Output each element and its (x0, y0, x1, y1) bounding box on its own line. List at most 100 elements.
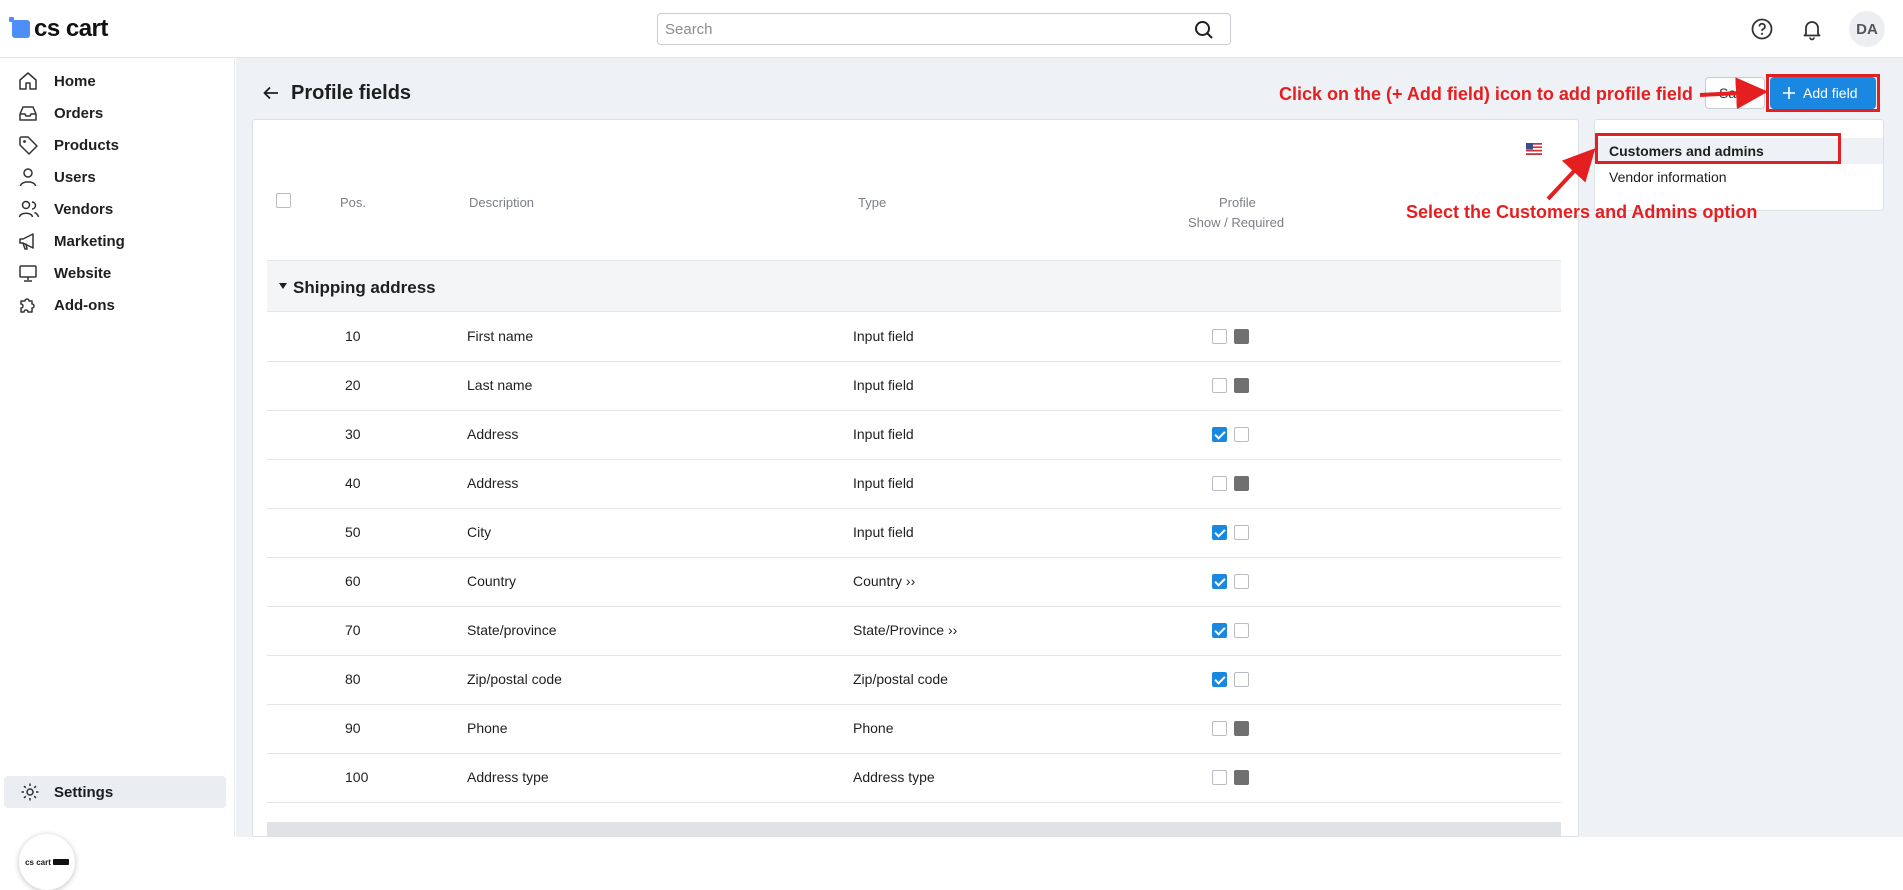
show-checkbox[interactable] (1212, 476, 1227, 491)
column-header-description[interactable]: Description (469, 195, 534, 210)
megaphone-icon (19, 233, 34, 250)
bubble-logo-text: cs cart (25, 857, 51, 867)
row-pos[interactable]: 40 (345, 475, 361, 491)
bell-icon[interactable] (1800, 17, 1824, 41)
row-type: Zip/postal code (853, 671, 948, 687)
required-checkbox[interactable] (1234, 672, 1249, 687)
row-description[interactable]: City (467, 524, 491, 540)
sidebar-item-users[interactable]: Users (0, 162, 235, 192)
show-checkbox[interactable] (1212, 672, 1227, 687)
home-icon (19, 72, 37, 90)
sidebar-item-label: Website (54, 264, 112, 282)
sidebar-item-label: Settings (54, 783, 114, 801)
required-checkbox[interactable] (1234, 525, 1249, 540)
required-checkbox[interactable] (1234, 574, 1249, 589)
row-pos[interactable]: 10 (345, 328, 361, 344)
show-checkbox[interactable] (1212, 329, 1227, 344)
annotation-add-field-text: Click on the (+ Add field) icon to add p… (1279, 84, 1693, 104)
row-description[interactable]: Zip/postal code (467, 671, 562, 687)
row-description[interactable]: Address (467, 426, 518, 442)
required-checkbox[interactable] (1234, 623, 1249, 638)
select-all-checkbox[interactable] (276, 193, 291, 208)
sidebar-item-label: Add-ons (54, 296, 115, 314)
table-row[interactable]: 10 First name Input field (267, 313, 1561, 362)
help-icon[interactable] (1750, 17, 1774, 41)
search-icon[interactable] (1194, 20, 1214, 40)
add-field-label: Add field (1803, 85, 1858, 101)
sidebar-item-products[interactable]: Products (0, 130, 235, 160)
row-description[interactable]: First name (467, 328, 533, 344)
table-row[interactable]: 100 Address type Address type (267, 754, 1561, 803)
show-checkbox[interactable] (1212, 574, 1227, 589)
group-header-shipping-address[interactable]: Shipping address (267, 260, 1561, 312)
gear-icon (21, 783, 39, 801)
row-pos[interactable]: 30 (345, 426, 361, 442)
sidebar-item-orders[interactable]: Orders (0, 98, 235, 128)
required-checkbox (1234, 770, 1249, 785)
sidebar-item-marketing[interactable]: Marketing (0, 226, 235, 256)
dropdown-item-customers-and-admins[interactable]: Customers and admins (1595, 138, 1883, 164)
row-type: Input field (853, 328, 914, 344)
table-row[interactable]: 80 Zip/postal code Zip/postal code (267, 656, 1561, 705)
row-pos[interactable]: 70 (345, 622, 361, 638)
table-row[interactable]: 30 Address Input field (267, 411, 1561, 460)
column-header-type[interactable]: Type (858, 195, 886, 210)
column-header-show-required: Show / Required (1188, 215, 1285, 230)
required-checkbox[interactable] (1234, 427, 1249, 442)
avatar[interactable]: DA (1849, 11, 1885, 47)
add-field-button[interactable]: Add field (1770, 77, 1876, 109)
show-checkbox[interactable] (1212, 427, 1227, 442)
row-pos[interactable]: 90 (345, 720, 361, 736)
search-input[interactable] (658, 14, 1178, 44)
sidebar: Home Orders Products Users Vendors Marke… (0, 58, 235, 890)
table-row[interactable]: 50 City Input field (267, 509, 1561, 558)
user-icon (19, 168, 37, 187)
row-pos[interactable]: 80 (345, 671, 361, 687)
sidebar-item-home[interactable]: Home (0, 66, 235, 96)
show-checkbox[interactable] (1212, 721, 1227, 736)
show-checkbox[interactable] (1212, 623, 1227, 638)
row-pos[interactable]: 100 (345, 769, 368, 785)
chat-bubble[interactable]: cs cart (19, 834, 75, 890)
plus-icon (1783, 87, 1795, 99)
row-description[interactable]: State/province (467, 622, 557, 638)
back-arrow-icon[interactable] (262, 84, 280, 102)
row-description[interactable]: Address type (467, 769, 549, 785)
row-type: Input field (853, 426, 914, 442)
show-checkbox[interactable] (1212, 770, 1227, 785)
sidebar-item-settings[interactable]: Settings (4, 776, 226, 808)
row-type: Country ›› (853, 573, 916, 589)
row-pos[interactable]: 60 (345, 573, 361, 589)
show-checkbox[interactable] (1212, 525, 1227, 540)
us-flag-icon[interactable] (1526, 143, 1542, 155)
dropdown-item-vendor-information[interactable]: Vendor information (1595, 164, 1883, 190)
sidebar-item-website[interactable]: Website (0, 258, 235, 288)
show-checkbox[interactable] (1212, 378, 1227, 393)
row-description[interactable]: Last name (467, 377, 532, 393)
table-row[interactable]: 60 Country Country ›› (267, 558, 1561, 607)
annotation-select-option-text: Select the Customers and Admins option (1406, 202, 1758, 222)
table-row[interactable]: 20 Last name Input field (267, 362, 1561, 411)
column-header-pos[interactable]: Pos. (340, 195, 366, 210)
row-type: Input field (853, 475, 914, 491)
table-row[interactable]: 70 State/province State/Province ›› (267, 607, 1561, 656)
row-description[interactable]: Address (467, 475, 518, 491)
inbox-icon (19, 106, 37, 121)
sidebar-item-addons[interactable]: Add-ons (0, 290, 235, 320)
row-pos[interactable]: 20 (345, 377, 361, 393)
monitor-icon (19, 265, 37, 282)
row-description[interactable]: Country (467, 573, 516, 589)
row-pos[interactable]: 50 (345, 524, 361, 540)
page-title: Profile fields (291, 82, 412, 104)
sidebar-item-label: Marketing (54, 232, 125, 250)
row-description[interactable]: Phone (467, 720, 507, 736)
logo[interactable]: cs cart (9, 14, 108, 44)
sidebar-item-label: Home (54, 72, 96, 90)
table-row[interactable]: 90 Phone Phone (267, 705, 1561, 754)
required-checkbox (1234, 329, 1249, 344)
table-row[interactable]: 40 Address Input field (267, 460, 1561, 509)
top-bar: cs cart DA (0, 0, 1903, 58)
save-button[interactable]: Save (1705, 77, 1765, 109)
logo-mark-icon (9, 17, 30, 38)
sidebar-item-vendors[interactable]: Vendors (0, 194, 235, 224)
